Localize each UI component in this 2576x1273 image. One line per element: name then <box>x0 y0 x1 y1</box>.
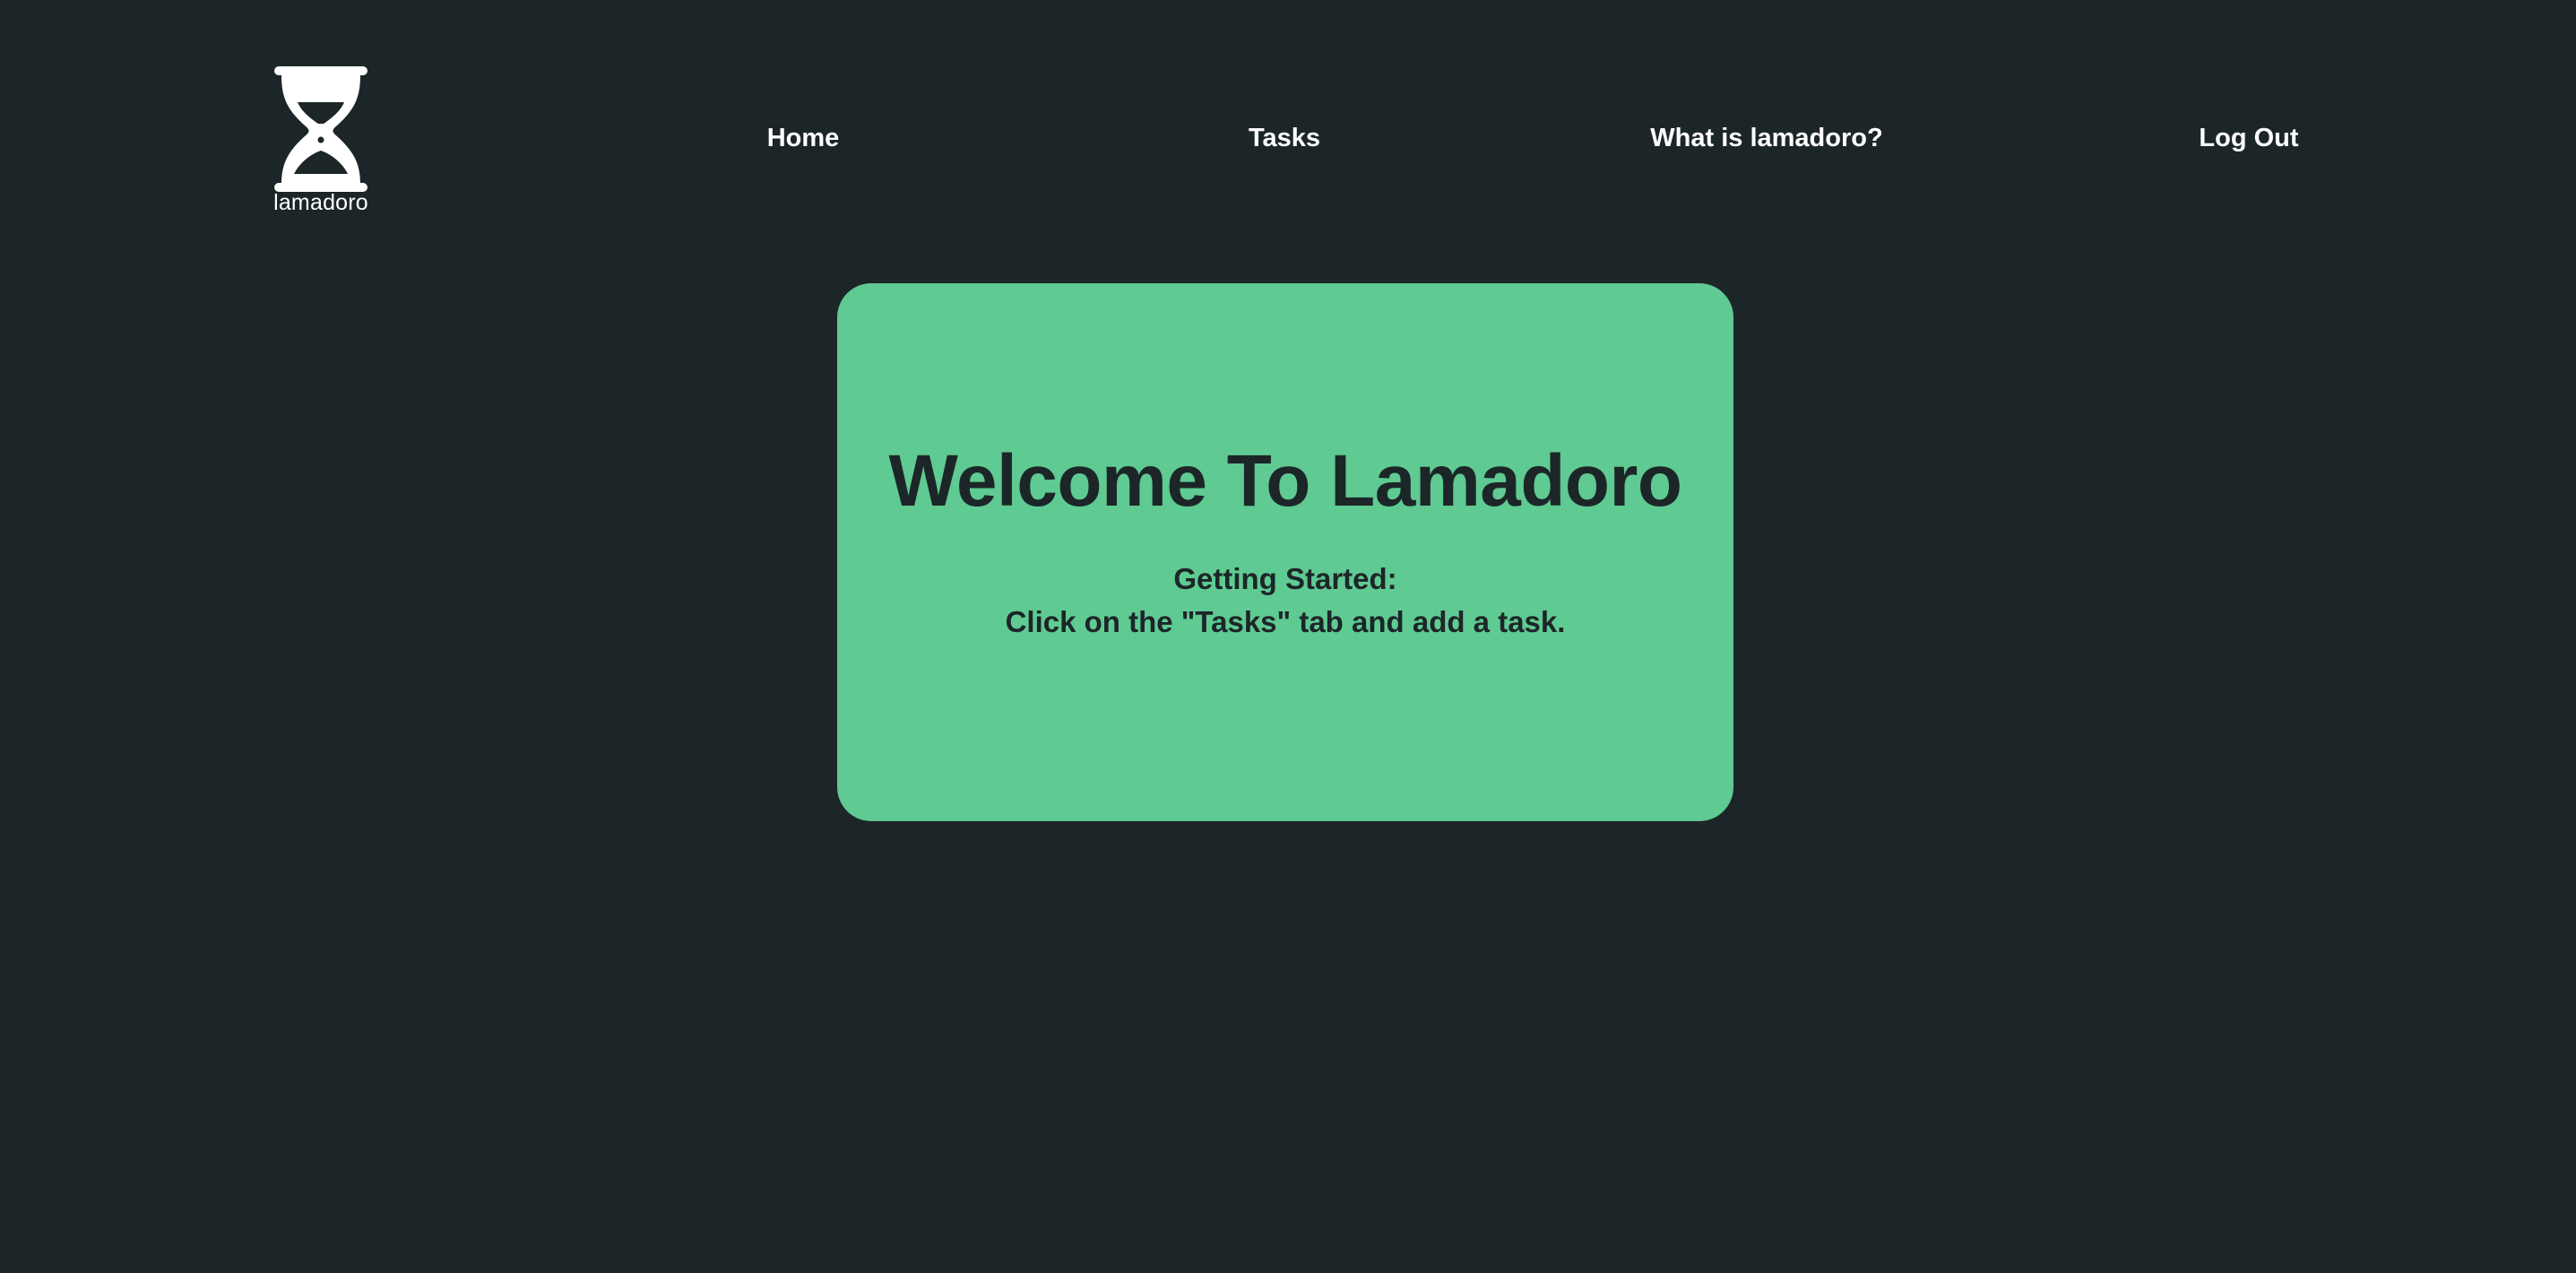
welcome-card: Welcome To Lamadoro Getting Started: Cli… <box>837 283 1733 821</box>
nav-tasks-link[interactable]: Tasks <box>1249 122 1320 154</box>
getting-started-instruction: Click on the "Tasks" tab and add a task. <box>1005 605 1566 638</box>
nav-what-is-lamadoro-link[interactable]: What is lamadoro? <box>1650 122 1882 154</box>
hourglass-icon <box>274 66 367 192</box>
getting-started-heading: Getting Started: <box>1173 562 1397 595</box>
nav-home-link[interactable]: Home <box>767 122 840 154</box>
welcome-title: Welcome To Lamadoro <box>888 440 1682 522</box>
logo-text: lamadoro <box>273 190 368 215</box>
logo[interactable]: lamadoro <box>267 66 375 219</box>
nav-log-out-link[interactable]: Log Out <box>2199 122 2298 154</box>
